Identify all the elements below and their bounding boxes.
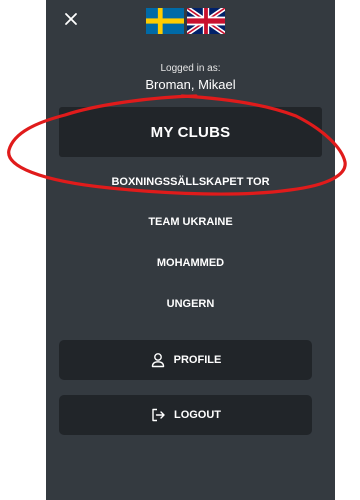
- club-item-team-ukraine[interactable]: TEAM UKRAINE: [59, 210, 322, 234]
- profile-button[interactable]: PROFILE: [59, 340, 312, 380]
- close-button[interactable]: [60, 8, 82, 30]
- logout-button[interactable]: LOGOUT: [59, 395, 312, 435]
- club-item-boxningssallskapet-tor[interactable]: BOXNINGSSÄLLSKAPET TOR: [59, 170, 322, 194]
- my-clubs-header: MY CLUBS: [59, 107, 322, 157]
- profile-label: PROFILE: [173, 354, 222, 366]
- page: Logged in as: Broman, Mikael MY CLUBS BO…: [0, 0, 360, 500]
- logout-icon: [152, 408, 165, 422]
- close-icon: [65, 13, 77, 25]
- club-item-mohammed[interactable]: MOHAMMED: [59, 251, 322, 275]
- logout-label: LOGOUT: [173, 409, 222, 421]
- uk-flag-icon[interactable]: [187, 8, 225, 34]
- language-selector: [146, 8, 225, 34]
- logged-in-label: Logged in as:: [160, 63, 221, 74]
- user-name: Broman, Mikael: [145, 77, 236, 92]
- login-info: Logged in as: Broman, Mikael: [46, 62, 335, 93]
- club-item-ungern[interactable]: UNGERN: [59, 292, 322, 316]
- side-drawer: Logged in as: Broman, Mikael MY CLUBS BO…: [46, 0, 335, 500]
- user-icon: [151, 353, 164, 368]
- swedish-flag-icon[interactable]: [146, 8, 184, 34]
